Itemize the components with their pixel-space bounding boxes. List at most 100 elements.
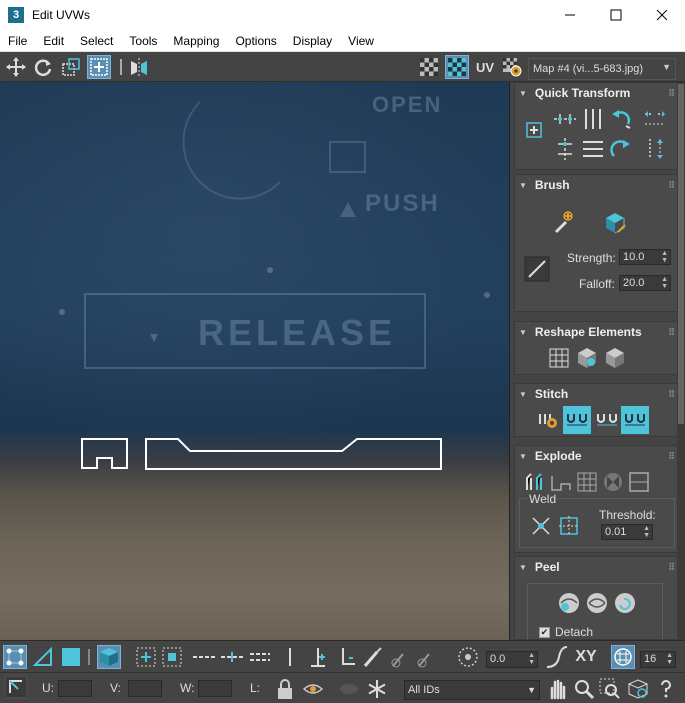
stitch-header[interactable]: ▼ Stitch ⠿: [515, 384, 679, 404]
weld-selected-button[interactable]: [527, 512, 555, 540]
element-mode-button[interactable]: [97, 645, 121, 669]
zoom-region-button[interactable]: [598, 677, 622, 701]
flip-horizontal-button[interactable]: [641, 105, 669, 133]
paint-move-button[interactable]: [551, 209, 579, 237]
pan-button[interactable]: [545, 677, 569, 701]
grid-value-spinner[interactable]: 16 ▲ ▼: [640, 651, 676, 668]
paint-select-button[interactable]: [360, 645, 384, 669]
peel-header[interactable]: ▼ Peel ⠿: [515, 557, 679, 577]
space-horizontal-button[interactable]: [579, 135, 607, 163]
uv-shell-long[interactable]: [145, 438, 442, 470]
brush-falloff-type-button[interactable]: [523, 255, 551, 283]
lock-selection-button[interactable]: [273, 677, 297, 701]
loop-grow-button[interactable]: [248, 645, 272, 669]
xy-space-button[interactable]: XY: [572, 645, 600, 669]
uv-space-button[interactable]: UV: [473, 55, 497, 79]
quick-transform-header[interactable]: ▼ Quick Transform ⠿: [515, 83, 679, 103]
zoom-button[interactable]: [572, 677, 596, 701]
soft-selection-button[interactable]: [545, 645, 569, 669]
show-hidden-button[interactable]: [301, 677, 325, 701]
panel-scroll-thumb[interactable]: [678, 84, 684, 424]
menu-select[interactable]: Select: [72, 34, 121, 48]
rotate-value-spinner[interactable]: 0.0 ▲ ▼: [486, 651, 538, 668]
relax-until-flat-button[interactable]: [573, 344, 601, 372]
texture-map-dropdown[interactable]: Map #4 (vi...5-683.jpg) ▼: [528, 58, 676, 80]
collapse-triangle-icon: ▼: [519, 180, 527, 190]
menu-mapping[interactable]: Mapping: [165, 34, 227, 48]
detach-checkbox[interactable]: ✔: [539, 627, 550, 638]
close-button[interactable]: [639, 0, 685, 30]
strength-spinner[interactable]: 10.0 ▲ ▼: [619, 249, 671, 265]
move-button[interactable]: [4, 55, 28, 79]
rotate-snap-button[interactable]: [456, 645, 480, 669]
minimize-button[interactable]: [547, 0, 593, 30]
polygon-mode-button[interactable]: [59, 645, 83, 669]
point-to-point-button[interactable]: [306, 645, 330, 669]
reset-peel-button[interactable]: [611, 589, 639, 617]
flatten-by-material-button[interactable]: [625, 468, 653, 496]
falloff-spinner[interactable]: 20.0 ▲ ▼: [619, 275, 671, 291]
stitch-custom-button[interactable]: [535, 406, 563, 434]
edge-loop-button[interactable]: [334, 645, 358, 669]
stitch-to-target-button[interactable]: [621, 406, 649, 434]
menu-options[interactable]: Options: [227, 34, 284, 48]
paint-grow-button[interactable]: [388, 645, 412, 669]
quick-peel-button[interactable]: [555, 589, 583, 617]
paint-shrink-button[interactable]: [414, 645, 438, 669]
ring-grow-button[interactable]: [192, 645, 216, 669]
rotate-plus-90-button[interactable]: [607, 135, 635, 163]
scale-button[interactable]: [59, 55, 83, 79]
show-map-button[interactable]: [445, 55, 469, 79]
flatten-by-polygon-button[interactable]: [573, 468, 601, 496]
material-id-dropdown[interactable]: All IDs ▼: [404, 680, 540, 700]
weld-target-button[interactable]: [555, 512, 583, 540]
menu-view[interactable]: View: [340, 34, 382, 48]
help-button[interactable]: [654, 677, 678, 701]
reshape-header[interactable]: ▼ Reshape Elements ⠿: [515, 322, 679, 342]
checker-toggle-button[interactable]: [417, 55, 441, 79]
relax-brush-button[interactable]: [601, 209, 629, 237]
grid-snap-button[interactable]: [611, 645, 635, 669]
vertex-mode-button[interactable]: [3, 645, 27, 669]
mirror-icon: [131, 58, 147, 76]
menu-display[interactable]: Display: [285, 34, 340, 48]
w-field[interactable]: [198, 680, 232, 697]
freeform-button[interactable]: [87, 55, 111, 79]
flip-vertical-button[interactable]: [641, 135, 669, 163]
u-field[interactable]: [58, 680, 92, 697]
maximize-button[interactable]: [593, 0, 639, 30]
shrink-selection-button[interactable]: [160, 645, 184, 669]
rotate-button[interactable]: [31, 55, 55, 79]
straighten-selection-button[interactable]: [545, 344, 573, 372]
filter-selected-faces-button[interactable]: [337, 677, 361, 701]
pelt-map-button[interactable]: [583, 589, 611, 617]
mirror-button[interactable]: [127, 55, 151, 79]
uv-editor-viewport[interactable]: OPEN PUSH RELEASE: [0, 82, 510, 640]
flatten-by-smoothing-group-button[interactable]: [599, 468, 627, 496]
stitch-to-source-button[interactable]: [563, 406, 591, 434]
align-horizontal-button[interactable]: [551, 105, 579, 133]
explode-header[interactable]: ▼ Explode ⠿: [515, 446, 679, 466]
menu-edit[interactable]: Edit: [35, 34, 72, 48]
edge-mode-button[interactable]: [31, 645, 55, 669]
loop-select-button[interactable]: [278, 645, 302, 669]
zoom-extents-button[interactable]: [626, 677, 650, 701]
align-vertical-button[interactable]: [551, 135, 579, 163]
align-to-edge-button[interactable]: [521, 117, 549, 145]
rotate-minus-90-button[interactable]: [607, 105, 635, 133]
panel-scrollbar[interactable]: [677, 82, 685, 640]
freeze-button[interactable]: [365, 677, 389, 701]
relax-settings-button[interactable]: [601, 344, 629, 372]
threshold-spinner[interactable]: 0.01 ▲ ▼: [601, 524, 653, 540]
map-settings-button[interactable]: [500, 55, 524, 79]
stitch-average-button[interactable]: [593, 406, 621, 434]
ring-shrink-button[interactable]: [220, 645, 244, 669]
absolute-offset-button[interactable]: [4, 675, 28, 699]
v-field[interactable]: [128, 680, 162, 697]
menu-file[interactable]: File: [0, 34, 35, 48]
menu-tools[interactable]: Tools: [121, 34, 165, 48]
space-vertical-button[interactable]: [579, 105, 607, 133]
uv-shell-small[interactable]: [81, 438, 128, 469]
brush-header[interactable]: ▼ Brush ⠿: [515, 175, 679, 195]
grow-selection-button[interactable]: [134, 645, 158, 669]
